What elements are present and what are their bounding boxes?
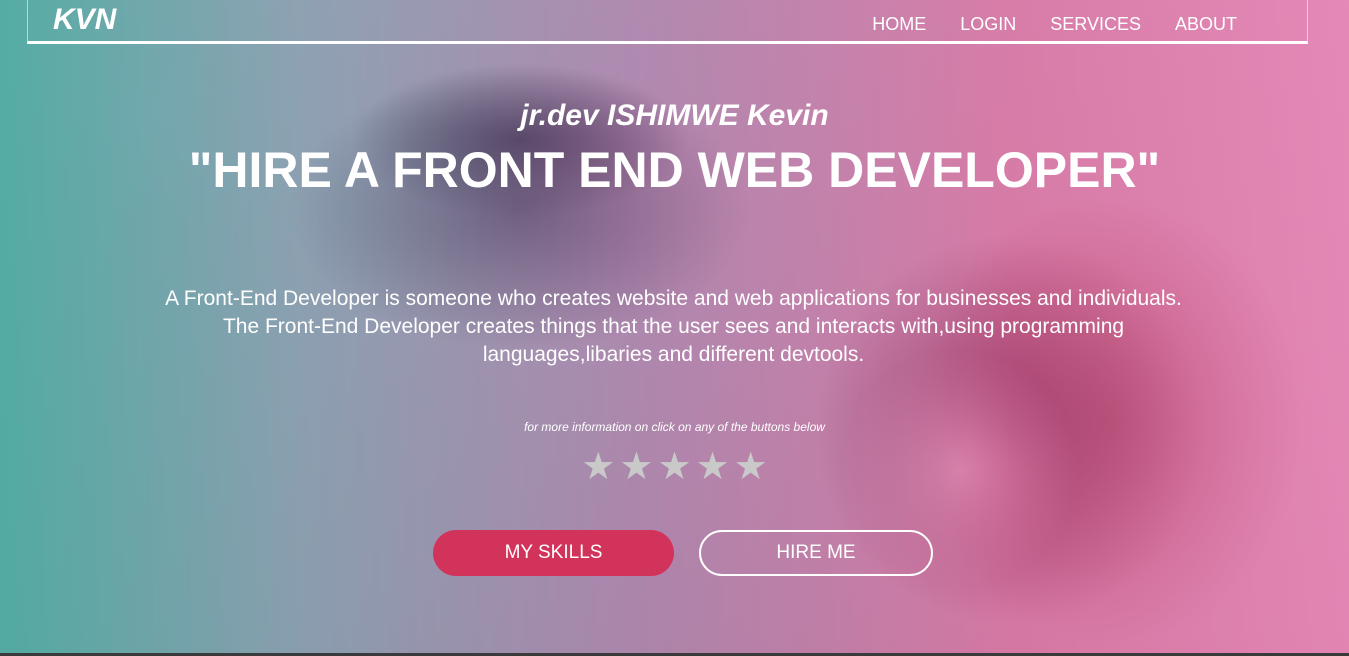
- hire-me-button[interactable]: HIRE ME: [699, 530, 933, 576]
- hero-section: KVN HOME LOGIN SERVICES ABOUT jr.dev ISH…: [0, 0, 1349, 656]
- star-icon[interactable]: ★: [619, 447, 653, 487]
- description: A Front-End Developer is someone who cre…: [140, 285, 1207, 369]
- nav-link-login[interactable]: LOGIN: [960, 14, 1016, 35]
- nav-link-services[interactable]: SERVICES: [1050, 14, 1141, 35]
- description-line-1: A Front-End Developer is someone who cre…: [165, 287, 1182, 310]
- my-skills-button[interactable]: MY SKILLS: [433, 530, 674, 576]
- description-line-2: The Front-End Developer creates things t…: [222, 315, 1125, 366]
- star-icon[interactable]: ★: [581, 447, 615, 487]
- navbar: KVN HOME LOGIN SERVICES ABOUT: [27, 0, 1308, 44]
- star-icon[interactable]: ★: [696, 447, 730, 487]
- star-icon[interactable]: ★: [657, 447, 691, 487]
- logo[interactable]: KVN: [53, 3, 116, 37]
- star-rating: ★ ★ ★ ★ ★: [0, 447, 1349, 487]
- nav-link-home[interactable]: HOME: [872, 14, 926, 35]
- page-title: "HIRE A FRONT END WEB DEVELOPER": [188, 142, 1161, 198]
- star-icon[interactable]: ★: [734, 447, 768, 487]
- nav-link-about[interactable]: ABOUT: [1175, 14, 1237, 35]
- nav-links: HOME LOGIN SERVICES ABOUT: [838, 14, 1237, 35]
- info-note: for more information on click on any of …: [524, 420, 825, 434]
- developer-name: jr.dev ISHIMWE Kevin: [520, 99, 829, 132]
